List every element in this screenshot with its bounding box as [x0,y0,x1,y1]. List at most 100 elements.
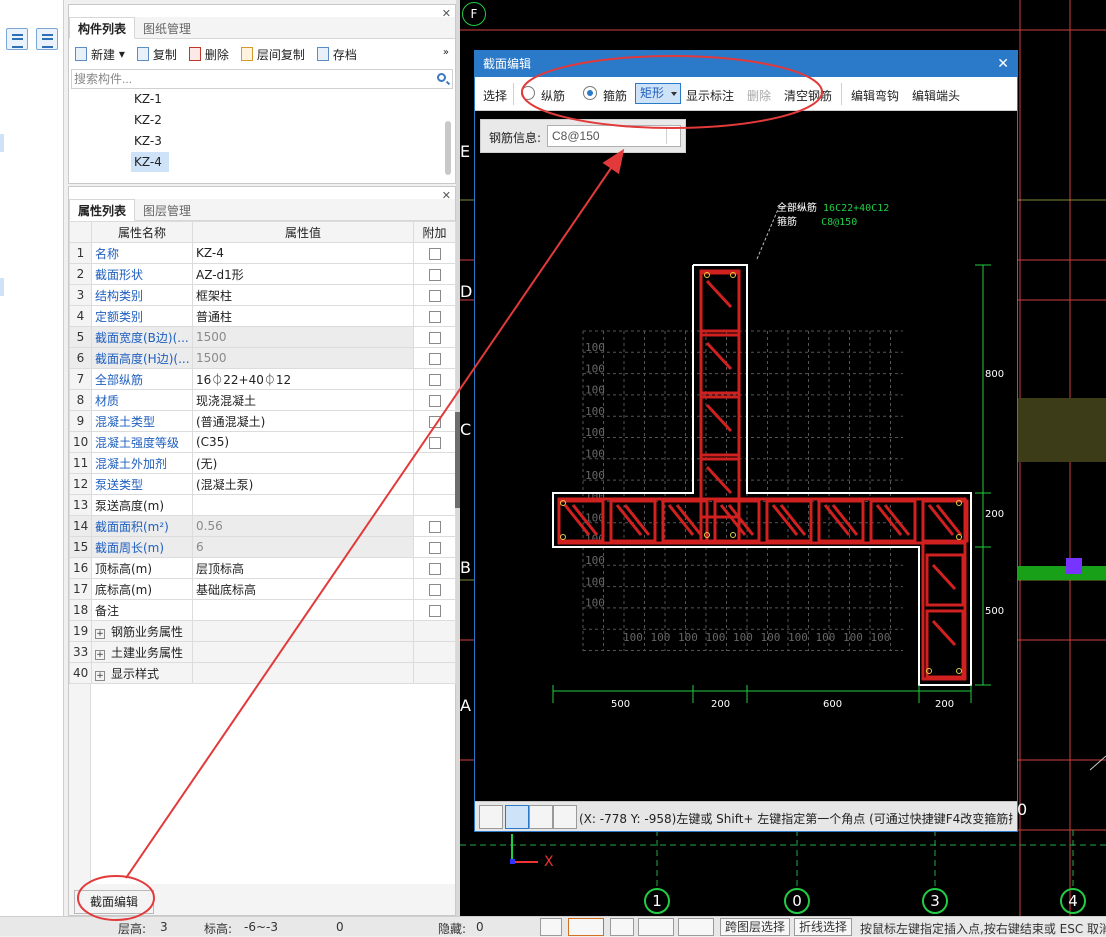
table-row[interactable]: 12 泵送类型 (混凝土泵) [69,473,456,495]
table-row[interactable]: 7 全部纵筋 16⏀22+40⏀12 [69,368,456,390]
form-view-icon[interactable] [36,28,58,50]
polyline-select-button[interactable]: 折线选择 [794,918,853,936]
tab-drawing-management[interactable]: 图纸管理 [135,18,199,40]
chevron-down-icon [671,92,677,96]
dropdown-icon[interactable] [666,128,678,144]
save-button[interactable]: 存档 [316,46,357,63]
list-scrollbar[interactable] [445,121,451,175]
rebar-info-field[interactable] [547,125,681,147]
table-row[interactable]: 6 截面高度(H边)(... 1500 [69,347,456,369]
dim-icon[interactable] [678,918,714,936]
copy-icon [136,47,149,61]
table-row[interactable]: 1 名称 KZ-4 [69,242,456,264]
clear-rebar-button[interactable]: 清空钢筋 [784,87,832,104]
grid-label: 100 [623,631,643,644]
delete-button[interactable]: 删除 [188,46,229,63]
table-row[interactable]: 5 截面宽度(B边)(... 1500 [69,326,456,348]
extra-checkbox[interactable] [428,520,441,533]
expand-icon[interactable]: + [95,649,105,660]
stirrup-tie [705,341,733,371]
edit-hook-button[interactable]: 编辑弯钩 [851,87,899,104]
axis-label: B [460,558,471,577]
tab-property-list[interactable]: 属性列表 [69,199,136,221]
dim-label: 500 [985,606,1005,617]
rebar-info-input[interactable] [548,126,666,146]
floor-copy-button[interactable]: 层间复制 [240,46,305,63]
search-input[interactable] [72,70,432,88]
extra-checkbox[interactable] [428,352,441,365]
section-edit-button[interactable]: 截面编辑 [74,890,154,914]
select-tool-button[interactable]: 选择 [483,87,507,104]
list-view-icon[interactable] [6,28,28,50]
stirrup-radio[interactable] [583,86,597,100]
table-row-group[interactable]: 33 + 土建业务属性 [69,641,456,663]
snap-settings-icon[interactable] [568,918,604,936]
expand-icon[interactable]: + [95,628,105,639]
extra-checkbox[interactable] [428,268,441,281]
cross-icon[interactable] [610,918,634,936]
dim-label: 600 [823,699,843,710]
delete-button[interactable]: 删除 [747,87,771,104]
new-button[interactable]: 新建 ▾ [75,46,125,63]
extra-checkbox[interactable] [428,436,441,449]
extra-checkbox[interactable] [428,331,441,344]
extra-checkbox[interactable] [428,415,441,428]
axis-bubble: 4 [1060,888,1086,914]
longitudinal-radio[interactable] [521,86,535,100]
grid-label: 100 [651,631,671,644]
tab-component-list[interactable]: 构件列表 [69,17,136,39]
table-row[interactable]: 15 截面周长(m) 6 [69,536,456,558]
shape-dropdown[interactable]: 矩形 [635,83,681,104]
offset-icon[interactable] [553,805,577,829]
extra-checkbox[interactable] [428,289,441,302]
cross-floor-select-button[interactable]: 跨图层选择 [720,918,791,936]
table-row[interactable]: 13 泵送高度(m) [69,494,456,516]
extra-checkbox[interactable] [428,604,441,617]
floor-copy-icon [240,47,253,61]
list-item[interactable]: KZ-2 [131,110,169,130]
edit-end-button[interactable]: 编辑端头 [912,87,960,104]
table-row-group[interactable]: 40 + 显示样式 [69,662,456,684]
more-icon[interactable]: » [443,47,449,58]
table-row[interactable]: 4 定额类别 普通柱 [69,305,456,327]
table-row-group[interactable]: 19 + 钢筋业务属性 [69,620,456,642]
extra-checkbox[interactable] [428,247,441,260]
axis-bubble: 3 [922,888,948,914]
table-row[interactable]: 8 材质 现浇混凝土 [69,389,456,411]
extra-checkbox[interactable] [428,541,441,554]
table-row[interactable]: 16 顶标高(m) 层顶标高 [69,557,456,579]
table-row[interactable]: 2 截面形状 AZ-d1形 [69,263,456,285]
extra-checkbox[interactable] [428,394,441,407]
table-row[interactable]: 17 底标高(m) 基础底标高 [69,578,456,600]
show-dims-button[interactable]: 显示标注 [686,87,734,104]
extra-checkbox[interactable] [428,373,441,386]
section-drawing[interactable]: 100 100 100 100 100 100 100 100 100 100 100 100 100 1… [475,111,1017,801]
list-item[interactable]: KZ-4 [131,152,169,172]
list-item[interactable]: KZ-1 [131,89,169,109]
grid-label: 100 [788,631,808,644]
perpendicular-icon[interactable] [529,805,553,829]
ortho-icon[interactable] [540,918,562,936]
stirrup-tie [705,403,733,433]
ortho-icon[interactable] [479,805,503,829]
close-icon[interactable]: ✕ [997,51,1009,77]
extra-checkbox[interactable] [428,562,441,575]
extra-checkbox[interactable] [428,310,441,323]
tab-layer-management[interactable]: 图层管理 [135,200,199,222]
search-icon[interactable] [437,73,446,82]
angle-icon[interactable] [638,918,674,936]
table-row[interactable]: 14 截面面积(m²) 0.56 [69,515,456,537]
status-value: 0 [336,920,344,934]
table-row[interactable]: 9 混凝土类型 (普通混凝土) [69,410,456,432]
selection-grip[interactable] [1066,558,1082,574]
extra-checkbox[interactable] [428,583,441,596]
table-row[interactable]: 11 混凝土外加剂 (无) [69,452,456,474]
expand-icon[interactable]: + [95,670,105,681]
snap-icon[interactable] [505,805,529,829]
copy-button[interactable]: 复制 [136,46,177,63]
table-row[interactable]: 18 备注 [69,599,456,621]
section-outline[interactable] [552,264,972,686]
table-row[interactable]: 10 混凝土强度等级 (C35) [69,431,456,453]
list-item[interactable]: KZ-3 [131,131,169,151]
table-row[interactable]: 3 结构类别 框架柱 [69,284,456,306]
